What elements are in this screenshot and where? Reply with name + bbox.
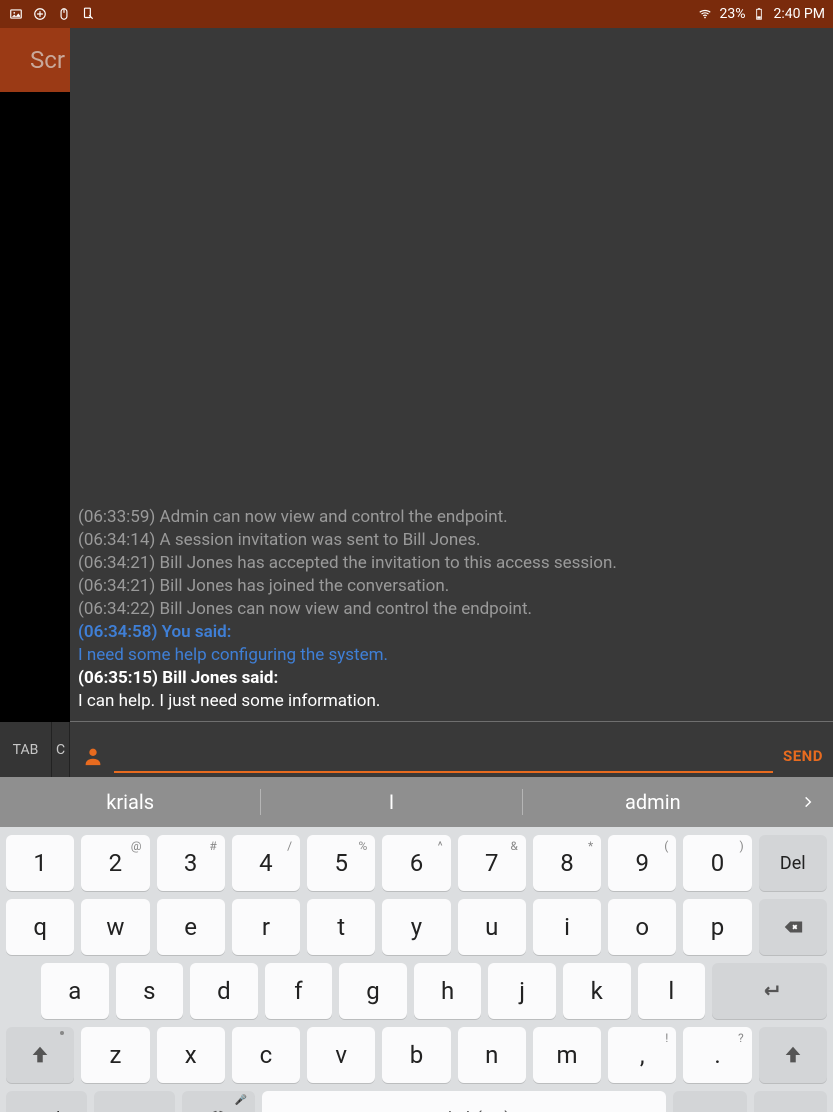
plus-icon (32, 6, 48, 22)
key-z[interactable]: z (81, 1027, 149, 1083)
key-c[interactable]: c (232, 1027, 300, 1083)
device-icon (80, 6, 96, 22)
key-ctrl[interactable]: Ctrl (6, 1091, 87, 1112)
chat-input[interactable] (114, 743, 773, 773)
key-6[interactable]: 6^ (382, 835, 450, 891)
key-2[interactable]: 2@ (81, 835, 149, 891)
key-sym[interactable]: Sym (94, 1091, 175, 1112)
chat-you-message: I need some help configuring the system. (78, 644, 825, 667)
key-9[interactable]: 9( (608, 835, 676, 891)
key-l[interactable]: l (638, 963, 706, 1019)
key-v[interactable]: v (307, 1027, 375, 1083)
chat-system-line: 06:34:21Bill Jones has joined the conver… (78, 575, 825, 598)
key-y[interactable]: y (382, 899, 450, 955)
chat-scroll[interactable]: 06:33:59Admin can now view and control t… (70, 28, 833, 719)
key-e[interactable]: e (157, 899, 225, 955)
key-m[interactable]: m (533, 1027, 601, 1083)
key-0[interactable]: 0) (683, 835, 751, 891)
person-icon (82, 745, 104, 767)
keyboard-row-2: q w e r t y u i o p (6, 899, 827, 955)
chat-other-message: I can help. I just need some information… (78, 690, 825, 713)
key-f[interactable]: f (265, 963, 333, 1019)
chat-other-header: (06:35:15) Bill Jones said: (78, 667, 825, 690)
chat-system-line: 06:34:22Bill Jones can now view and cont… (78, 598, 825, 621)
key-shift-right[interactable] (759, 1027, 827, 1083)
key-4[interactable]: 4/ (232, 835, 300, 891)
battery-icon (751, 6, 767, 22)
chat-panel: 06:33:59Admin can now view and control t… (70, 28, 833, 722)
key-3[interactable]: 3# (157, 835, 225, 891)
key-b[interactable]: b (382, 1027, 450, 1083)
key-j[interactable]: j (488, 963, 556, 1019)
chat-input-area: SEND (70, 722, 833, 777)
tab-button-tab[interactable]: TAB (0, 722, 52, 777)
key-s[interactable]: s (116, 963, 184, 1019)
key-8[interactable]: 8* (533, 835, 601, 891)
app-title: Scr (30, 46, 65, 74)
key-period[interactable]: .? (683, 1027, 751, 1083)
key-x[interactable]: x (157, 1027, 225, 1083)
key-5[interactable]: 5% (307, 835, 375, 891)
key-settings[interactable]: 🎤 (182, 1091, 255, 1112)
key-arrow-right[interactable] (754, 1091, 827, 1112)
key-arrow-left[interactable] (673, 1091, 746, 1112)
key-space[interactable]: English(US) (262, 1091, 666, 1112)
key-shift-left[interactable] (6, 1027, 74, 1083)
battery-percentage: 23% (719, 6, 745, 22)
key-k[interactable]: k (563, 963, 631, 1019)
keyboard-row-4: z x c v b n m ,! .? (6, 1027, 827, 1083)
key-p[interactable]: p (683, 899, 751, 955)
mouse-icon (56, 6, 72, 22)
chat-system-line: 06:34:21Bill Jones has accepted the invi… (78, 552, 825, 575)
chat-you-header: (06:34:58) You said: (78, 621, 825, 644)
left-column (0, 92, 70, 722)
key-g[interactable]: g (339, 963, 407, 1019)
key-comma[interactable]: ,! (608, 1027, 676, 1083)
android-status-bar: 23% 2:40 PM (0, 0, 833, 28)
suggestion-word[interactable]: krials (0, 790, 260, 814)
key-q[interactable]: q (6, 899, 74, 955)
suggestion-word[interactable]: I (261, 790, 521, 814)
tab-button-c[interactable]: C (52, 722, 70, 777)
keyboard-row-1: 1 2@ 3# 4/ 5% 6^ 7& 8* 9( 0) Del (6, 835, 827, 891)
content-area: 06:33:59Admin can now view and control t… (0, 92, 833, 722)
key-i[interactable]: i (533, 899, 601, 955)
send-button[interactable]: SEND (783, 747, 823, 773)
key-n[interactable]: n (458, 1027, 526, 1083)
key-o[interactable]: o (608, 899, 676, 955)
key-w[interactable]: w (81, 899, 149, 955)
key-1[interactable]: 1 (6, 835, 74, 891)
suggestion-more-icon[interactable] (783, 790, 833, 814)
key-u[interactable]: u (458, 899, 526, 955)
chat-system-line: 06:34:14A session invitation was sent to… (78, 529, 825, 552)
wifi-icon (697, 6, 713, 22)
suggestion-word[interactable]: admin (523, 790, 783, 814)
picture-icon (8, 6, 24, 22)
key-t[interactable]: t (307, 899, 375, 955)
on-screen-keyboard: 1 2@ 3# 4/ 5% 6^ 7& 8* 9( 0) Del q w e r… (0, 827, 833, 1112)
key-7[interactable]: 7& (458, 835, 526, 891)
key-backspace[interactable] (759, 899, 827, 955)
footer-row: TAB C SEND (0, 722, 833, 777)
keyboard-row-3: a s d f g h j k l (6, 963, 827, 1019)
chat-system-line: 06:33:59Admin can now view and control t… (78, 506, 825, 529)
keyboard-row-5: Ctrl Sym 🎤 English(US) (6, 1091, 827, 1112)
chat-divider (70, 721, 833, 722)
key-h[interactable]: h (414, 963, 482, 1019)
clock: 2:40 PM (773, 6, 825, 22)
key-enter[interactable] (712, 963, 827, 1019)
keyboard-suggestion-bar: krials I admin (0, 777, 833, 827)
key-a[interactable]: a (41, 963, 109, 1019)
key-d[interactable]: d (190, 963, 258, 1019)
key-r[interactable]: r (232, 899, 300, 955)
key-delete[interactable]: Del (759, 835, 827, 891)
